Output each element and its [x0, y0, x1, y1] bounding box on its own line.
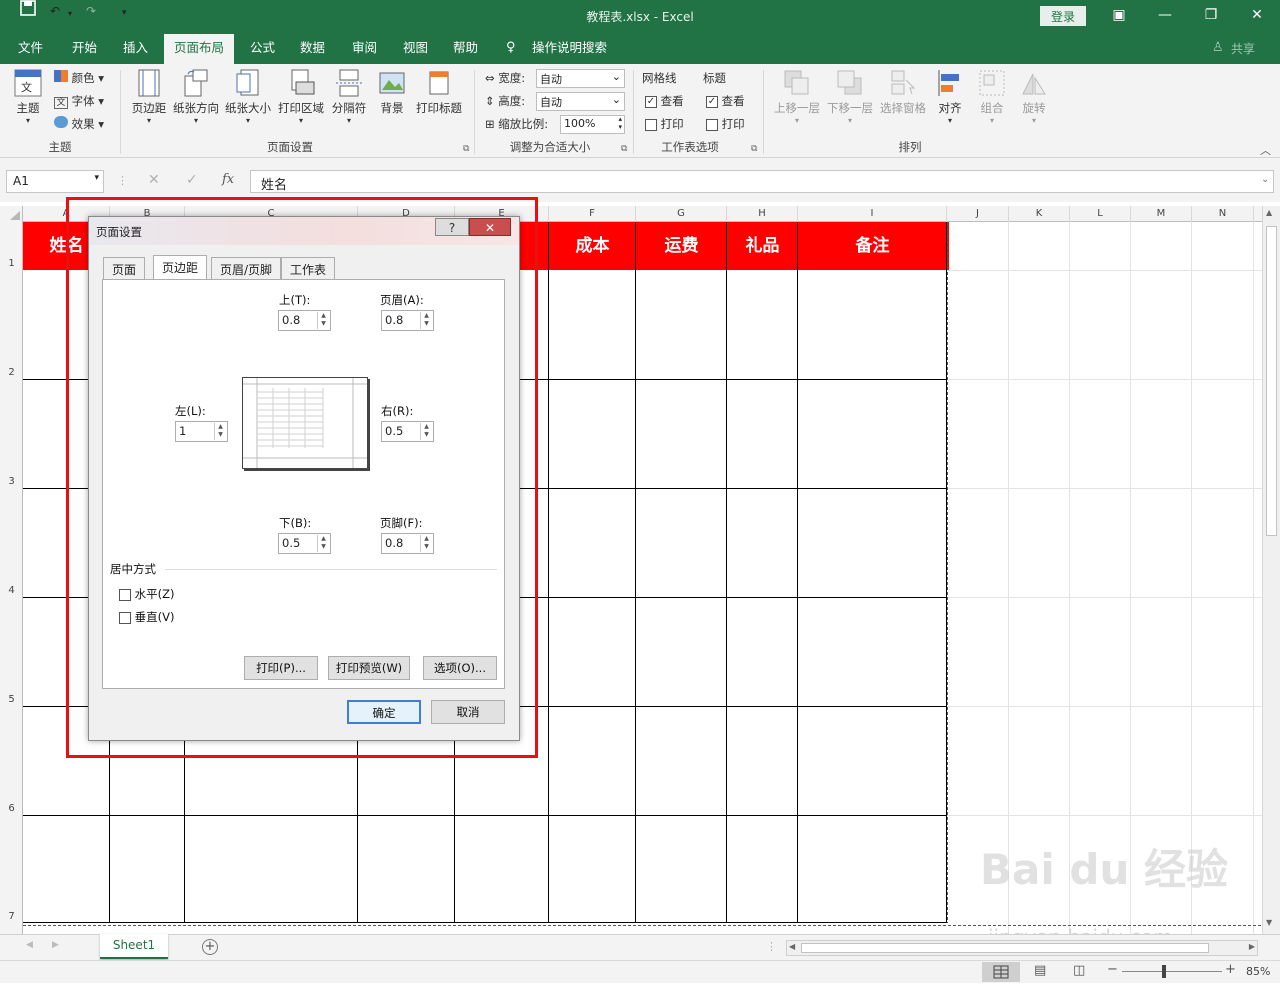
scroll-up-icon[interactable]: ▲	[1266, 208, 1272, 217]
more-icon: ⋮	[766, 940, 777, 953]
vertical-scrollbar[interactable]: ▲ ▼	[1262, 206, 1280, 934]
expand-formula-bar-icon[interactable]: ⌄	[1261, 174, 1269, 185]
sheet-tab-sheet1[interactable]: Sheet1	[100, 934, 168, 959]
page-layout-view-icon[interactable]: ▤	[1034, 963, 1046, 978]
scroll-left-icon[interactable]: ◀	[789, 942, 795, 951]
horizontal-scrollbar[interactable]: ◀ ▶	[786, 940, 1258, 956]
add-sheet-icon[interactable]: +	[202, 939, 218, 955]
baidu-watermark: Bai du 经验	[980, 845, 1228, 894]
horizontal-scroll-thumb[interactable]	[801, 943, 1209, 953]
normal-view-icon	[993, 965, 1009, 979]
status-bar	[0, 960, 1280, 983]
sheet-scroll-right-icon[interactable]: ▶	[52, 940, 59, 950]
zoom-out-button[interactable]: −	[1107, 962, 1118, 977]
zoom-level[interactable]: 85%	[1246, 965, 1270, 978]
highlight-box	[66, 197, 538, 758]
zoom-in-button[interactable]: +	[1225, 962, 1236, 977]
vertical-scroll-thumb[interactable]	[1266, 226, 1277, 536]
page-break-preview-icon[interactable]: ◫	[1073, 963, 1085, 978]
scroll-right-icon[interactable]: ▶	[1249, 942, 1255, 951]
sheet-scroll-left-icon[interactable]: ◀	[26, 940, 33, 950]
scroll-down-icon[interactable]: ▼	[1266, 918, 1272, 927]
normal-view-button[interactable]	[982, 962, 1020, 982]
zoom-slider[interactable]	[1122, 971, 1222, 972]
zoom-slider-thumb[interactable]	[1162, 965, 1166, 978]
